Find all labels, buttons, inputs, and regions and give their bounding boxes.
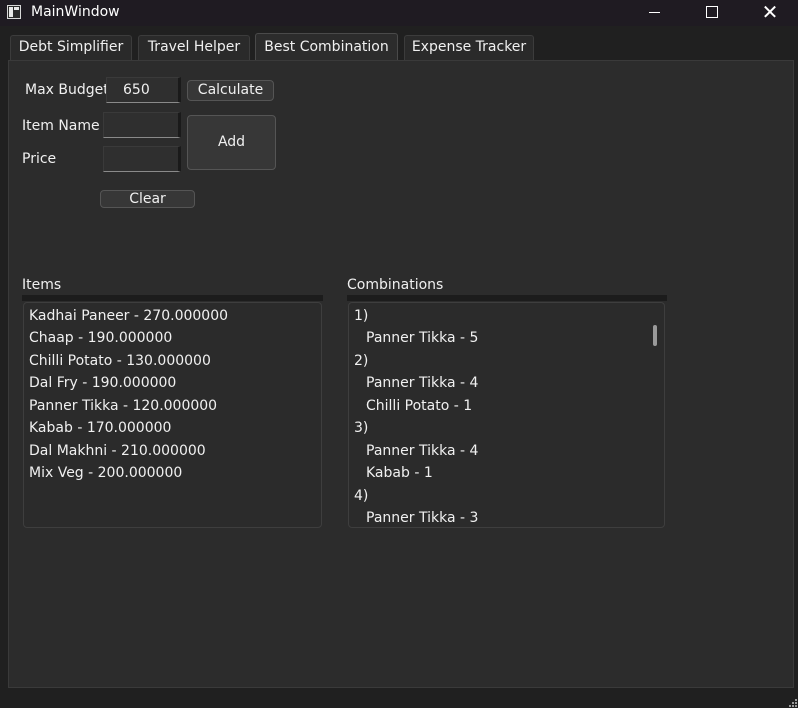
- status-bar: [0, 688, 798, 708]
- list-item[interactable]: 1): [354, 308, 368, 324]
- price-label: Price: [22, 151, 57, 167]
- close-button[interactable]: ✕: [741, 0, 798, 26]
- maximize-button[interactable]: [683, 0, 741, 26]
- list-item[interactable]: Chaap - 190.000000: [29, 330, 172, 346]
- items-list[interactable]: Kadhai Paneer - 270.000000 Chaap - 190.0…: [23, 302, 322, 528]
- minimize-icon: [649, 12, 660, 13]
- price-input[interactable]: [103, 146, 181, 172]
- combinations-scrollbar-thumb[interactable]: [653, 325, 657, 346]
- list-item[interactable]: Kabab - 170.000000: [29, 420, 171, 436]
- max-budget-input[interactable]: 650: [106, 77, 181, 103]
- tab-travel-helper[interactable]: Travel Helper: [138, 35, 250, 60]
- list-item[interactable]: Panner Tikka - 3: [366, 510, 478, 526]
- list-item[interactable]: Panner Tikka - 120.000000: [29, 398, 217, 414]
- clear-button[interactable]: Clear: [100, 190, 195, 208]
- add-button[interactable]: Add: [187, 115, 276, 170]
- list-item[interactable]: Mix Veg - 200.000000: [29, 465, 182, 481]
- list-item[interactable]: Kabab - 1: [366, 465, 433, 481]
- minimize-button[interactable]: [626, 0, 684, 26]
- combinations-list[interactable]: 1) Panner Tikka - 5 2) Panner Tikka - 4 …: [348, 302, 665, 528]
- calculate-button[interactable]: Calculate: [187, 80, 274, 101]
- tab-expense-tracker[interactable]: Expense Tracker: [404, 35, 534, 60]
- item-name-label: Item Name: [22, 118, 100, 134]
- tab-bar: Debt Simplifier Travel Helper Best Combi…: [8, 33, 798, 61]
- list-item[interactable]: Dal Fry - 190.000000: [29, 375, 176, 391]
- items-header: Items: [22, 277, 62, 293]
- item-name-input[interactable]: [103, 112, 181, 138]
- list-item[interactable]: 2): [354, 353, 368, 369]
- list-item[interactable]: Panner Tikka - 4: [366, 375, 478, 391]
- window-title: MainWindow: [31, 4, 120, 20]
- max-budget-label: Max Budget: [25, 82, 109, 98]
- list-item[interactable]: Kadhai Paneer - 270.000000: [29, 308, 228, 324]
- close-icon: ✕: [761, 0, 779, 24]
- resize-grip-icon[interactable]: [788, 698, 798, 708]
- app-window-icon: [7, 5, 21, 19]
- list-item[interactable]: 3): [354, 420, 368, 436]
- combinations-header-bar: [347, 295, 667, 301]
- list-item[interactable]: Dal Makhni - 210.000000: [29, 443, 206, 459]
- tab-best-combination[interactable]: Best Combination: [255, 33, 398, 61]
- tab-debt-simplifier[interactable]: Debt Simplifier: [10, 35, 132, 60]
- combinations-header: Combinations: [347, 277, 444, 293]
- list-item[interactable]: Panner Tikka - 5: [366, 330, 478, 346]
- list-item[interactable]: Chilli Potato - 130.000000: [29, 353, 211, 369]
- title-bar: MainWindow ✕: [0, 0, 798, 26]
- list-item[interactable]: Chilli Potato - 1: [366, 398, 472, 414]
- list-item[interactable]: 4): [354, 488, 368, 504]
- items-header-bar: [22, 295, 323, 301]
- maximize-icon: [706, 6, 718, 18]
- list-item[interactable]: Panner Tikka - 4: [366, 443, 478, 459]
